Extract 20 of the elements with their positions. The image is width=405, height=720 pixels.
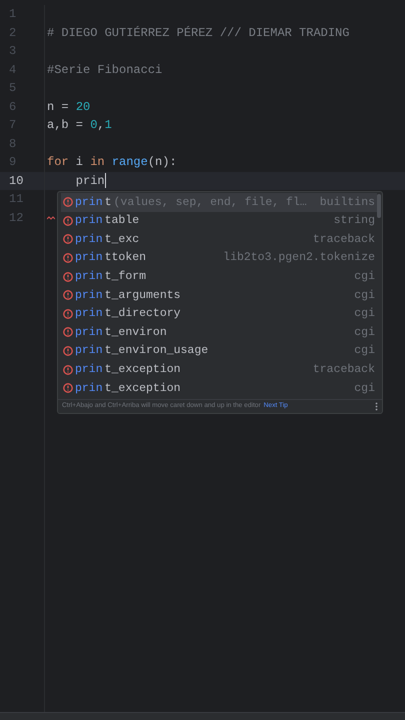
code-line: a,b = 0,1 [47, 117, 112, 134]
line-number: 10 [9, 174, 24, 188]
completion-item[interactable]: prin t_form cgi [61, 267, 377, 286]
completion-item[interactable]: prin table string [61, 212, 377, 230]
code-line: for i in range(n): [47, 154, 177, 171]
completion-item[interactable]: prin ttoken lib2to3.pgen2.tokenize [61, 248, 377, 268]
completion-item[interactable]: prin t_exc traceback [61, 230, 377, 249]
completion-item[interactable]: prin t_environ cgi [61, 323, 377, 342]
completion-item[interactable]: prin t_environ_usage cgi [61, 342, 377, 360]
completion-item[interactable]: prin t (values, sep, end, file, fl… builtins [61, 193, 377, 212]
code-line: n = 20 [47, 98, 90, 116]
code-line: # DIEGO GUTIÉRREZ PÉREZ /// DIEMAR TRADING [47, 24, 350, 42]
more-options-icon[interactable] [375, 402, 378, 411]
completion-item[interactable]: prin t_exception cgi [61, 378, 377, 398]
text-cursor [104, 173, 106, 188]
completion-item[interactable]: prin t_directory cgi [61, 304, 377, 324]
code-line: prin [74, 172, 105, 190]
completion-item[interactable]: prin t_exception traceback [61, 360, 377, 379]
code-line: #Serie Fibonacci [47, 62, 162, 78]
completion-item[interactable]: prin t_arguments cgi [61, 286, 377, 305]
